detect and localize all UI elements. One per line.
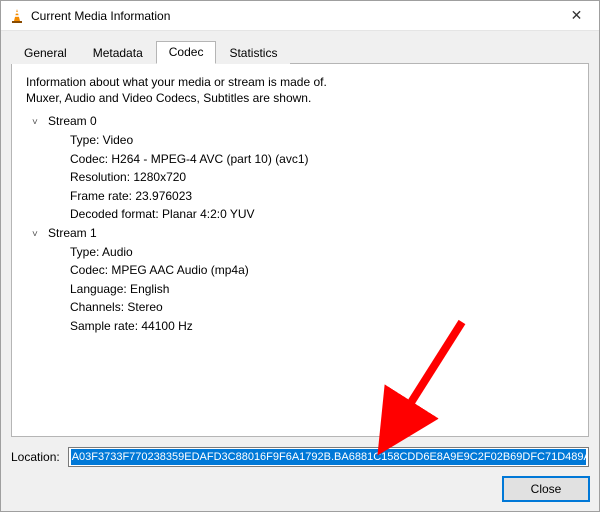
chevron-down-icon[interactable]: ˅ bbox=[32, 227, 42, 243]
tree-leaf[interactable]: Codec: H264 - MPEG-4 AVC (part 10) (avc1… bbox=[70, 150, 574, 169]
codec-tree[interactable]: ˅ Stream 0 Type: Video Codec: H264 - MPE… bbox=[26, 112, 574, 426]
vlc-cone-icon bbox=[9, 8, 25, 24]
tabstrip: General Metadata Codec Statistics bbox=[11, 39, 589, 63]
tree-leaf[interactable]: Type: Video bbox=[70, 131, 574, 150]
close-icon: ✕ bbox=[571, 7, 583, 24]
panel-desc-line: Muxer, Audio and Video Codecs, Subtitles… bbox=[26, 90, 574, 106]
tab-general[interactable]: General bbox=[11, 42, 80, 64]
panel-description: Information about what your media or str… bbox=[26, 74, 574, 106]
location-row: Location: A03F3733F770238359EDAFD3C88016… bbox=[11, 447, 589, 467]
tree-node-stream-1[interactable]: ˅ Stream 1 bbox=[26, 224, 574, 243]
tree-leaf[interactable]: Decoded format: Planar 4:2:0 YUV bbox=[70, 205, 574, 224]
tab-panel-codec: Information about what your media or str… bbox=[11, 63, 589, 437]
location-label: Location: bbox=[11, 450, 60, 464]
tree-node-label: Stream 0 bbox=[48, 112, 97, 131]
tab-statistics[interactable]: Statistics bbox=[216, 42, 290, 64]
window-title: Current Media Information bbox=[31, 9, 554, 23]
location-input[interactable]: A03F3733F770238359EDAFD3C88016F9F6A1792B… bbox=[68, 447, 589, 467]
window-close-button[interactable]: ✕ bbox=[554, 1, 599, 30]
tab-codec[interactable]: Codec bbox=[156, 41, 217, 64]
tree-leaf[interactable]: Language: English bbox=[70, 280, 574, 299]
tree-leaf[interactable]: Type: Audio bbox=[70, 243, 574, 262]
tree-leaf[interactable]: Frame rate: 23.976023 bbox=[70, 187, 574, 206]
close-button[interactable]: Close bbox=[503, 477, 589, 501]
tree-leaf[interactable]: Channels: Stereo bbox=[70, 298, 574, 317]
titlebar: Current Media Information ✕ bbox=[1, 1, 599, 31]
chevron-down-icon[interactable]: ˅ bbox=[32, 115, 42, 131]
tree-children-stream-0: Type: Video Codec: H264 - MPEG-4 AVC (pa… bbox=[26, 131, 574, 224]
button-row: Close bbox=[11, 477, 589, 501]
tree-leaf[interactable]: Sample rate: 44100 Hz bbox=[70, 317, 574, 336]
tree-children-stream-1: Type: Audio Codec: MPEG AAC Audio (mp4a)… bbox=[26, 243, 574, 336]
dialog-window: Current Media Information ✕ General Meta… bbox=[0, 0, 600, 512]
location-value: A03F3733F770238359EDAFD3C88016F9F6A1792B… bbox=[71, 449, 586, 465]
tree-node-stream-0[interactable]: ˅ Stream 0 bbox=[26, 112, 574, 131]
tree-leaf[interactable]: Codec: MPEG AAC Audio (mp4a) bbox=[70, 261, 574, 280]
bottom-bar: Location: A03F3733F770238359EDAFD3C88016… bbox=[11, 437, 589, 501]
tree-node-label: Stream 1 bbox=[48, 224, 97, 243]
panel-desc-line: Information about what your media or str… bbox=[26, 74, 574, 90]
tree-leaf[interactable]: Resolution: 1280x720 bbox=[70, 168, 574, 187]
client-area: General Metadata Codec Statistics Inform… bbox=[1, 31, 599, 511]
tab-metadata[interactable]: Metadata bbox=[80, 42, 156, 64]
